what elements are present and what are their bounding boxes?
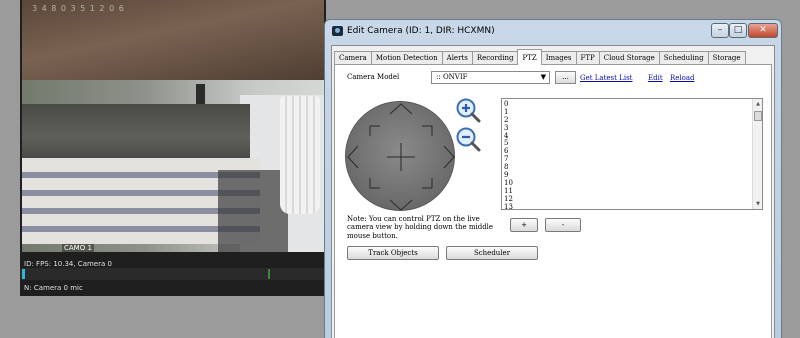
remove-preset-button[interactable]: -: [545, 218, 581, 232]
zoom-out-icon[interactable]: [455, 126, 481, 152]
camera-overlay-label: CAMO 1: [62, 244, 94, 252]
timeline-position-marker[interactable]: [22, 269, 25, 279]
ptz-direction-arrows-icon: [347, 103, 455, 211]
camera-timeline[interactable]: [20, 268, 326, 280]
scene-pole: [196, 84, 205, 106]
scene-drape: [22, 104, 250, 160]
tab-strip: Camera Motion Detection Alerts Recording…: [334, 49, 746, 65]
scene-paper-cup: [280, 96, 320, 214]
tab-ptz[interactable]: PTZ: [517, 49, 542, 65]
tab-recording[interactable]: Recording: [471, 51, 519, 65]
ptz-note-text: Note: You can control PTZ on the live ca…: [347, 215, 494, 240]
preset-item[interactable]: 9: [504, 171, 762, 180]
camera-model-select[interactable]: :: ONVIF ▼: [431, 71, 550, 84]
scheduler-button[interactable]: Scheduler: [446, 246, 538, 260]
tab-alerts[interactable]: Alerts: [441, 51, 473, 65]
preset-item[interactable]: 8: [504, 163, 762, 172]
close-icon: ✕: [759, 25, 767, 35]
minimize-icon: –: [717, 25, 723, 35]
camera-status-text: ID: FPS: 10.34, Camera 0: [24, 260, 112, 268]
preset-item[interactable]: 4: [504, 132, 762, 141]
camera-model-value: :: ONVIF: [436, 73, 468, 81]
dialog-title-bar[interactable]: Edit Camera (ID: 1, DIR: HCXMN) – □ ✕: [325, 20, 781, 42]
ptz-preset-list[interactable]: 0 1 2 3 4 5 6 7 8 9 10 11 12 13 ▲ ▼: [501, 98, 763, 210]
track-objects-button[interactable]: Track Objects: [347, 246, 439, 260]
maximize-button[interactable]: □: [729, 23, 747, 38]
tab-storage[interactable]: Storage: [707, 51, 746, 65]
preset-item[interactable]: 3: [504, 124, 762, 133]
close-button[interactable]: ✕: [748, 23, 778, 38]
preset-item[interactable]: 1: [504, 108, 762, 117]
add-preset-button[interactable]: +: [510, 218, 538, 232]
scroll-up-icon[interactable]: ▲: [754, 100, 762, 108]
reload-link[interactable]: Reload: [670, 74, 695, 82]
tab-camera[interactable]: Camera: [334, 51, 372, 65]
preset-item[interactable]: 10: [504, 179, 762, 188]
minimize-button[interactable]: –: [711, 23, 729, 38]
ptz-joystick[interactable]: [345, 101, 455, 211]
chevron-down-icon: ▼: [540, 73, 546, 81]
zoom-in-icon[interactable]: [455, 97, 481, 123]
scene-shadow: [218, 170, 288, 252]
browse-models-button[interactable]: ...: [555, 71, 576, 84]
preset-item[interactable]: 13: [504, 203, 762, 209]
preset-item[interactable]: 11: [504, 187, 762, 196]
edit-camera-dialog: Edit Camera (ID: 1, DIR: HCXMN) – □ ✕ Ca…: [324, 19, 782, 338]
preset-item[interactable]: 12: [504, 195, 762, 204]
dialog-title: Edit Camera (ID: 1, DIR: HCXMN): [347, 26, 495, 36]
edit-link[interactable]: Edit: [648, 74, 663, 82]
preset-item[interactable]: 7: [504, 155, 762, 164]
maximize-icon: □: [733, 25, 743, 35]
tab-cloud-storage[interactable]: Cloud Storage: [598, 51, 660, 65]
timeline-event-tick: [268, 269, 270, 279]
get-latest-list-link[interactable]: Get Latest List: [580, 74, 632, 82]
camera-top-text: 3 4 8 0 3 5 1 2 0 6: [32, 4, 125, 13]
camera-footer-text: N: Camera 0 mic: [24, 284, 83, 292]
camera-panel: 3 4 8 0 3 5 1 2 0 6 CAMO 1 ID: FPS: 10.3…: [20, 0, 326, 296]
camera-model-label: Camera Model: [347, 73, 400, 81]
camera-live-view[interactable]: 3 4 8 0 3 5 1 2 0 6 CAMO 1: [22, 0, 324, 252]
preset-item[interactable]: 5: [504, 140, 762, 148]
preset-item[interactable]: 6: [504, 147, 762, 156]
tab-scheduling[interactable]: Scheduling: [658, 51, 709, 65]
tab-motion-detection[interactable]: Motion Detection: [370, 51, 443, 65]
dialog-client-area: Camera Motion Detection Alerts Recording…: [331, 45, 775, 338]
scrollbar-thumb[interactable]: [754, 111, 762, 121]
scroll-down-icon[interactable]: ▼: [754, 200, 762, 208]
ptz-tab-panel: Camera Model :: ONVIF ▼ ... Get Latest L…: [334, 64, 772, 338]
preset-item[interactable]: 0: [504, 100, 762, 109]
tab-ftp[interactable]: FTP: [575, 51, 600, 65]
app-camera-icon: [332, 26, 343, 36]
preset-list-scrollbar[interactable]: ▲ ▼: [752, 99, 762, 209]
tab-images[interactable]: Images: [540, 51, 577, 65]
preset-item[interactable]: 2: [504, 116, 762, 125]
scene-ceiling: [22, 0, 324, 90]
